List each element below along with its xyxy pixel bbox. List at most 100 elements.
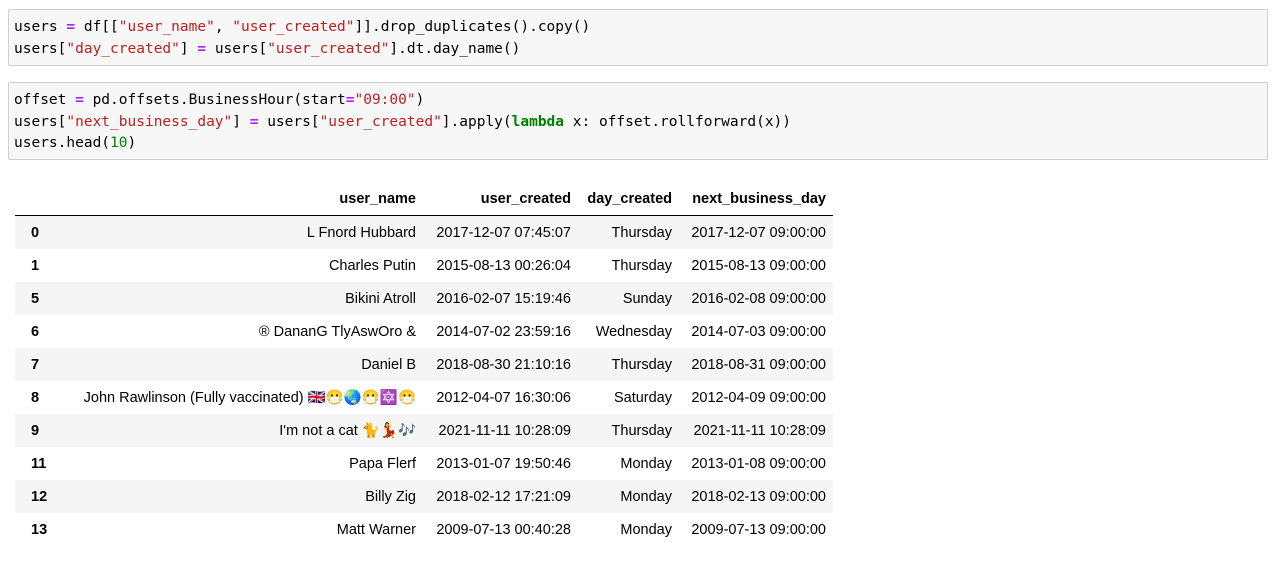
cell-user-created: 2013-01-07 19:50:46: [436, 455, 571, 472]
cell-next-business-day: 2009-07-13 09:00:00: [691, 521, 826, 538]
row-index: 12: [31, 488, 48, 505]
cell-next-business-day: 2014-07-03 09:00:00: [691, 323, 826, 340]
cell-user-created: 2016-02-07 15:19:46: [436, 290, 571, 307]
table-row: 0 L Fnord Hubbard 2017-12-07 07:45:07 Thurs…: [15, 215, 833, 249]
code-token: pd.offsets.BusinessHour(start: [83, 92, 346, 108]
cell-user-name: Matt Warner: [336, 521, 416, 538]
cell-user-name: John Rawlinson (Fully vaccinated) 🇬🇧😷🌏😷🔯…: [83, 390, 416, 406]
code-token: users[: [206, 40, 268, 57]
row-index: 9: [31, 422, 40, 439]
table-row: 12 Billy Zig 2018-02-12 17:21:09 Monday 2018…: [15, 480, 833, 513]
row-index: 11: [31, 455, 47, 472]
cell-next-business-day: 2016-02-08 09:00:00: [691, 290, 826, 307]
cell-next-business-day: 2018-08-31 09:00:00: [691, 356, 826, 373]
code-token: ].apply(: [441, 113, 512, 130]
code-token: ]: [179, 40, 198, 57]
code-token: users[: [14, 113, 67, 130]
cell-day-created: Thursday: [611, 257, 672, 274]
cell-user-name: ® DananG TlyAswOro &: [258, 323, 416, 340]
row-index: 13: [31, 521, 48, 538]
code-token: users: [14, 19, 67, 35]
code-token: users[: [258, 113, 320, 130]
code-token: "day_created": [66, 40, 180, 57]
dataframe-table: user_name user_created day_created next_…: [15, 183, 833, 546]
code-token: "09:00": [354, 92, 416, 108]
cell-day-created: Monday: [620, 455, 672, 472]
code-token: "next_business_day": [66, 113, 233, 130]
code-line: users["day_created"] = users["user_creat…: [14, 39, 1262, 61]
code-token: x: offset.rollforward(x)): [564, 113, 792, 130]
cell-user-created: 2014-07-02 23:59:16: [436, 323, 571, 340]
cell-day-created: Thursday: [611, 224, 672, 241]
cell-next-business-day: 2017-12-07 09:00:00: [691, 224, 826, 241]
cell-day-created: Wednesday: [595, 323, 672, 340]
code-token: offset: [14, 92, 76, 108]
cell-user-created: 2012-04-07 16:30:06: [436, 389, 571, 406]
cell-user-name: L Fnord Hubbard: [306, 224, 416, 241]
cell-day-created: Monday: [620, 521, 672, 538]
row-index: 0: [31, 224, 40, 241]
code-token: users.head(: [14, 135, 111, 151]
code-line: users.head(10): [14, 133, 1262, 155]
cell-user-created: 2021-11-11 10:28:09: [438, 422, 572, 439]
cell-day-created: Sunday: [622, 290, 672, 307]
code-token: =: [66, 19, 76, 35]
code-token: users[: [14, 40, 67, 57]
code-token: "user_created": [267, 40, 390, 57]
cell-next-business-day: 2015-08-13 09:00:00: [691, 257, 826, 274]
cell-user-name: Bikini Atroll: [345, 290, 416, 307]
column-header-user-name: user_name: [60, 183, 423, 216]
code-token: ]].drop_duplicates().copy(): [354, 19, 591, 35]
cell-day-created: Monday: [620, 488, 672, 505]
code-token: "user_created": [232, 19, 355, 35]
cell-user-name: Daniel B: [361, 356, 416, 373]
code-token: ]: [232, 113, 250, 130]
code-token: ].dt.day_name(): [389, 40, 521, 57]
row-index: 7: [31, 356, 40, 373]
row-index: 5: [31, 290, 40, 307]
row-index: 6: [31, 323, 40, 340]
code-cell-1[interactable]: users = df[["user_name", "user_created"]…: [8, 9, 1268, 66]
table-row: 11 Papa Flerf 2013-01-07 19:50:46 Monday 201…: [15, 447, 833, 480]
code-token: "user_name": [118, 19, 215, 35]
code-token: df[[: [75, 19, 119, 35]
code-token: "user_created": [319, 113, 442, 130]
column-header-next-business-day: next_business_day: [679, 183, 833, 216]
code-token: 10: [110, 135, 128, 151]
table-row: 1 Charles Putin 2015-08-13 00:26:04 Thursda…: [15, 249, 833, 282]
table-header-row: user_name user_created day_created next_…: [15, 183, 833, 216]
code-token: ): [127, 135, 137, 151]
table-row: 13 Matt Warner 2009-07-13 00:40:28 Monday 20…: [15, 513, 833, 546]
table-row: 7 Daniel B 2018-08-30 21:10:16 Thursday 2018…: [15, 348, 833, 381]
code-line: offset = pd.offsets.BusinessHour(start="…: [14, 90, 1262, 112]
cell-user-name: Papa Flerf: [349, 455, 416, 472]
code-token: lambda: [511, 113, 565, 130]
cell-user-created: 2015-08-13 00:26:04: [436, 257, 571, 274]
code-cell-2[interactable]: offset = pd.offsets.BusinessHour(start="…: [8, 82, 1268, 160]
table-row: 6 ® DananG TlyAswOro & 2014-07-02 23:59:16…: [15, 315, 833, 348]
cell-day-created: Saturday: [613, 389, 672, 406]
row-index: 8: [31, 389, 40, 406]
cell-user-name: Charles Putin: [328, 257, 416, 274]
cell-day-created: Thursday: [611, 356, 672, 373]
code-token: =: [197, 40, 207, 57]
cell-next-business-day: 2013-01-08 09:00:00: [691, 455, 826, 472]
code-line: users = df[["user_name", "user_created"]…: [14, 17, 1262, 39]
cell-day-created: Thursday: [611, 422, 672, 439]
cell-user-created: 2009-07-13 00:40:28: [436, 521, 571, 538]
table-row: 9 I'm not a cat 🐈💃🎶 2021-11-11 10:28:09 Thu…: [15, 414, 833, 447]
cell-user-name: I'm not a cat 🐈💃🎶: [279, 423, 416, 439]
cell-user-created: 2017-12-07 07:45:07: [436, 224, 571, 241]
table-row: 8 John Rawlinson (Fully vaccinated) 🇬🇧😷🌏😷…: [15, 381, 833, 414]
index-header: [15, 183, 60, 216]
code-line: users["next_business_day"] = users["user…: [14, 112, 1262, 134]
cell-next-business-day: 2021-11-11 10:28:09: [693, 422, 827, 439]
cell-user-created: 2018-02-12 17:21:09: [436, 488, 571, 505]
cell-user-created: 2018-08-30 21:10:16: [436, 356, 571, 373]
code-token: ): [415, 92, 425, 108]
table-row: 5 Bikini Atroll 2016-02-07 15:19:46 Sunday 2…: [15, 282, 833, 315]
column-header-user-created: user_created: [423, 183, 578, 216]
code-token: =: [75, 92, 84, 108]
cell-next-business-day: 2012-04-09 09:00:00: [691, 389, 826, 406]
cell-user-name: Billy Zig: [365, 488, 416, 505]
